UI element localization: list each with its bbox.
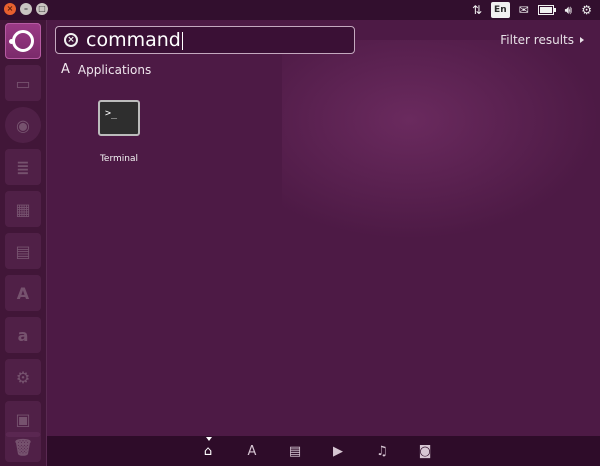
search-box[interactable]: × xyxy=(55,26,355,54)
result-terminal[interactable]: >_ Terminal xyxy=(93,100,145,164)
system-settings-icon[interactable]: ⚙ xyxy=(5,359,41,395)
libreoffice-calc-icon[interactable]: ▦ xyxy=(5,191,41,227)
mail-icon[interactable]: ✉ xyxy=(519,3,529,17)
result-label: Terminal xyxy=(99,154,139,164)
lens-photos-icon[interactable]: ◙ xyxy=(415,444,435,459)
volume-icon[interactable]: 🔊︎ xyxy=(565,3,573,17)
libreoffice-writer-icon[interactable]: ≣ xyxy=(5,149,41,185)
clear-search-icon[interactable]: × xyxy=(64,33,78,47)
lens-music-icon[interactable]: ♫ xyxy=(372,444,392,459)
category-header-applications[interactable]: A Applications xyxy=(61,62,151,77)
battery-icon[interactable] xyxy=(537,5,556,15)
launcher: ▭ ◉ ≣ ▦ ▤ A a ⚙ ▣ 🗑︎ xyxy=(0,20,52,466)
lens-files-icon[interactable]: ▤ xyxy=(285,444,305,459)
category-label: Applications xyxy=(77,62,152,77)
applications-icon: A xyxy=(61,62,70,77)
amazon-icon[interactable]: a xyxy=(5,317,41,353)
lens-video-icon[interactable]: ▶ xyxy=(328,444,348,459)
lens-home-icon[interactable]: ⌂ xyxy=(198,444,218,459)
keyboard-language-indicator[interactable]: En xyxy=(491,2,510,18)
firefox-icon[interactable]: ◉ xyxy=(5,107,41,143)
network-icon[interactable]: ⇅ xyxy=(472,3,482,17)
gear-icon[interactable]: ⚙ xyxy=(581,3,592,17)
maximize-window-button[interactable]: □ xyxy=(36,3,48,15)
text-cursor xyxy=(182,32,183,50)
dash-home-button[interactable] xyxy=(5,23,41,59)
active-lens-marker xyxy=(206,437,212,441)
top-panel: × – □ ⇅ En ✉ 🔊︎ ⚙ xyxy=(0,0,600,20)
dash-background-glow xyxy=(282,40,600,240)
terminal-prompt-glyph: >_ xyxy=(105,108,118,119)
lens-bar: ⌂ A ▤ ▶ ♫ ◙ xyxy=(47,436,600,466)
search-input[interactable] xyxy=(86,29,341,51)
filter-results-button[interactable]: Filter results xyxy=(500,33,584,47)
ubuntu-desktop: × – □ ⇅ En ✉ 🔊︎ ⚙ ▭ ◉ ≣ ▦ ▤ A a ⚙ ▣ 🗑︎ ×… xyxy=(0,0,600,466)
trash-icon[interactable]: 🗑︎ xyxy=(5,432,41,462)
indicator-area: ⇅ En ✉ 🔊︎ ⚙ xyxy=(472,2,592,18)
window-controls: × – □ xyxy=(4,3,48,15)
libreoffice-impress-icon[interactable]: ▤ xyxy=(5,233,41,269)
filter-results-label: Filter results xyxy=(500,33,574,47)
minimize-window-button[interactable]: – xyxy=(20,3,32,15)
lens-applications-icon[interactable]: A xyxy=(242,444,262,459)
terminal-icon: >_ xyxy=(98,100,140,136)
ubuntu-logo-icon xyxy=(9,30,34,52)
filter-arrow-icon xyxy=(580,37,584,43)
dash-overlay: × Filter results A Applications >_ Termi… xyxy=(47,20,600,446)
files-icon[interactable]: ▭ xyxy=(5,65,41,101)
close-window-button[interactable]: × xyxy=(4,3,16,15)
software-center-icon[interactable]: A xyxy=(5,275,41,311)
